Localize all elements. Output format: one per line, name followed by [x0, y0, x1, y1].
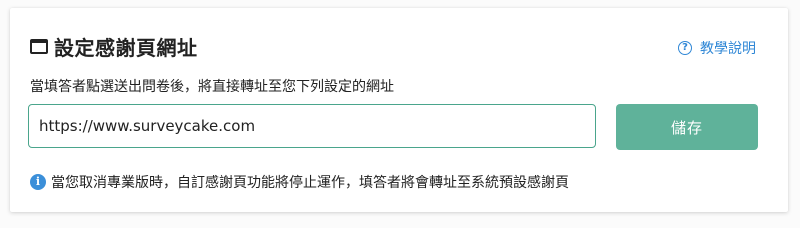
page-title: 設定感謝頁網址 [54, 35, 198, 60]
window-icon [30, 38, 48, 54]
info-circle-icon: i [30, 174, 46, 190]
help-link[interactable]: ? 教學說明 [678, 38, 756, 58]
notice-text: 當您取消專業版時，自訂感謝頁功能將停止運作，填答者將會轉址至系統預設感謝頁 [51, 175, 569, 191]
card-header: 設定感謝頁網址 [30, 32, 198, 60]
help-link-label: 教學說明 [700, 41, 756, 57]
pro-plan-notice: i 當您取消專業版時，自訂感謝頁功能將停止運作，填答者將會轉址至系統預設感謝頁 [30, 172, 569, 192]
description-text: 當填答者點選送出問卷後，將直接轉址至您下列設定的網址 [30, 79, 394, 95]
save-button[interactable]: 儲存 [616, 104, 758, 150]
page-background: 設定感謝頁網址 ? 教學說明 當填答者點選送出問卷後，將直接轉址至您下列設定的網… [0, 0, 800, 228]
question-circle-icon: ? [678, 41, 692, 55]
thank-you-url-card: 設定感謝頁網址 ? 教學說明 當填答者點選送出問卷後，將直接轉址至您下列設定的網… [10, 8, 788, 212]
thank-you-url-input[interactable] [28, 104, 596, 148]
